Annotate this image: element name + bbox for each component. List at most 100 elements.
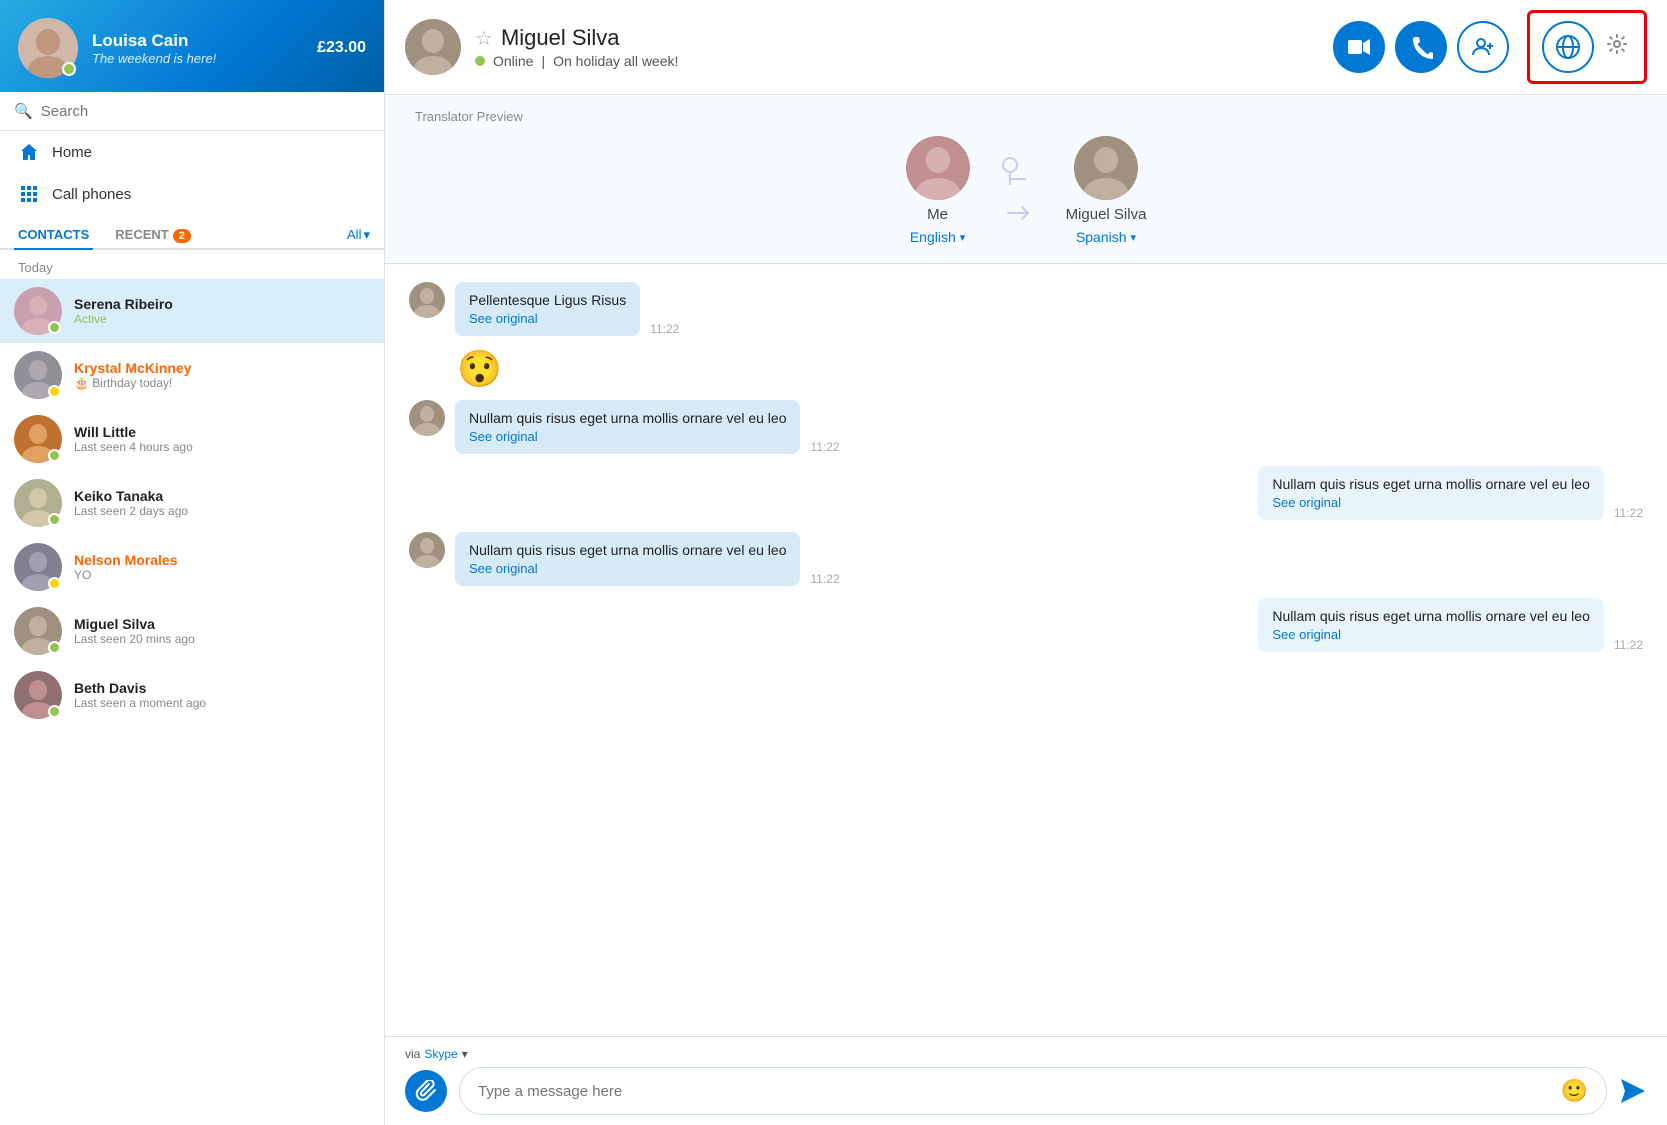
- will-status: Last seen 4 hours ago: [74, 440, 370, 454]
- contacts-tabs: CONTACTS RECENT2 All ▾: [0, 215, 384, 250]
- user-name: Louisa Cain: [92, 31, 303, 51]
- message-1: Pellentesque Ligus Risus See original 11…: [409, 282, 1643, 336]
- miguel-status-dot: [48, 641, 61, 654]
- msg-text-4: Nullam quis risus eget urna mollis ornar…: [1272, 476, 1589, 492]
- contact-item-miguel[interactable]: Miguel Silva Last seen 20 mins ago: [0, 599, 384, 663]
- translator-button[interactable]: [1542, 21, 1594, 73]
- top-bar: ☆ Miguel Silva Online | On holiday all w…: [385, 0, 1667, 95]
- contact-item-will[interactable]: Will Little Last seen 4 hours ago: [0, 407, 384, 471]
- beth-name: Beth Davis: [74, 680, 370, 696]
- message-input[interactable]: [478, 1083, 1561, 1100]
- contact-avatar-serena: [14, 287, 62, 335]
- message-input-box[interactable]: 🙂: [459, 1067, 1607, 1115]
- sidebar-item-home[interactable]: Home: [0, 131, 384, 173]
- contact-item-nelson[interactable]: Nelson Morales YO: [0, 535, 384, 599]
- recent-badge: 2: [173, 229, 191, 243]
- krystal-name: Krystal McKinney: [74, 360, 370, 376]
- beth-status-dot: [48, 705, 61, 718]
- msg-time-5: 11:22: [810, 572, 839, 586]
- msg-avatar-3: [409, 400, 445, 436]
- translator-divider: [1000, 155, 1036, 227]
- sidebar-item-call-phones[interactable]: Call phones: [0, 173, 384, 215]
- chat-contact-status: Online | On holiday all week!: [475, 53, 1319, 69]
- user-status: The weekend is here!: [92, 51, 303, 66]
- search-bar[interactable]: 🔍: [0, 92, 384, 131]
- contact-avatar-nelson: [14, 543, 62, 591]
- chat-contact-info: ☆ Miguel Silva Online | On holiday all w…: [475, 25, 1319, 69]
- msg-bubble-3: Nullam quis risus eget urna mollis ornar…: [455, 400, 800, 454]
- see-original-3[interactable]: See original: [469, 429, 786, 444]
- emoji-icon[interactable]: 🙂: [1561, 1078, 1588, 1104]
- add-contact-button[interactable]: [1457, 21, 1509, 73]
- user-balance: £23.00: [317, 39, 366, 57]
- sidebar: Louisa Cain The weekend is here! £23.00 …: [0, 0, 385, 1125]
- contact-info-nelson: Nelson Morales YO: [74, 552, 370, 582]
- will-name: Will Little: [74, 424, 370, 440]
- msg-bubble-5: Nullam quis risus eget urna mollis ornar…: [455, 532, 800, 586]
- see-original-6[interactable]: See original: [1272, 627, 1589, 642]
- contact-item-beth[interactable]: Beth Davis Last seen a moment ago: [0, 663, 384, 727]
- call-phones-label: Call phones: [52, 186, 131, 203]
- contact-item-keiko[interactable]: Keiko Tanaka Last seen 2 days ago: [0, 471, 384, 535]
- skype-link: Skype: [424, 1047, 457, 1061]
- tab-contacts[interactable]: CONTACTS: [14, 221, 93, 250]
- see-original-1[interactable]: See original: [469, 311, 626, 326]
- send-button[interactable]: [1619, 1077, 1647, 1105]
- video-call-button[interactable]: [1333, 21, 1385, 73]
- home-icon: [18, 141, 40, 163]
- msg-content-4: Nullam quis risus eget urna mollis ornar…: [1258, 466, 1603, 520]
- attach-button[interactable]: [405, 1070, 447, 1112]
- input-row: 🙂: [405, 1067, 1647, 1115]
- tab-all[interactable]: All ▾: [347, 227, 370, 243]
- them-language: Spanish: [1076, 229, 1127, 245]
- user-status-dot: [62, 62, 76, 76]
- msg-content-1: Pellentesque Ligus Risus See original: [455, 282, 640, 336]
- tab-recent[interactable]: RECENT2: [111, 221, 195, 250]
- translator-them-avatar: [1074, 136, 1138, 200]
- chat-contact-avatar: [405, 19, 461, 75]
- message-6: 11:22 Nullam quis risus eget urna mollis…: [409, 598, 1643, 652]
- msg-time-1: 11:22: [650, 322, 679, 336]
- nelson-status-dot: [48, 577, 61, 590]
- chat-contact-name: ☆ Miguel Silva: [475, 25, 1319, 51]
- msg-bubble-6: Nullam quis risus eget urna mollis ornar…: [1258, 598, 1603, 652]
- online-indicator: [475, 56, 485, 66]
- msg-text-5: Nullam quis risus eget urna mollis ornar…: [469, 542, 786, 558]
- settings-button[interactable]: [1602, 29, 1632, 65]
- contact-info-serena: Serena Ribeiro Active: [74, 296, 370, 326]
- see-original-4[interactable]: See original: [1272, 495, 1589, 510]
- voice-call-button[interactable]: [1395, 21, 1447, 73]
- me-language-select[interactable]: English ▾: [910, 229, 965, 245]
- them-language-select[interactable]: Spanish ▾: [1076, 229, 1136, 245]
- star-icon[interactable]: ☆: [475, 26, 493, 51]
- contact-info-keiko: Keiko Tanaka Last seen 2 days ago: [74, 488, 370, 518]
- translator-preview: Translator Preview Me English ▾: [385, 95, 1667, 264]
- me-language: English: [910, 229, 956, 245]
- search-input[interactable]: [41, 103, 370, 120]
- message-5: Nullam quis risus eget urna mollis ornar…: [409, 532, 1643, 586]
- contacts-section-label: Today: [0, 250, 384, 279]
- contact-avatar-miguel: [14, 607, 62, 655]
- contact-avatar-beth: [14, 671, 62, 719]
- see-original-5[interactable]: See original: [469, 561, 786, 576]
- user-avatar-wrapper: [18, 18, 78, 78]
- top-actions: [1333, 10, 1647, 84]
- translator-me: Me English ▾: [906, 136, 970, 245]
- msg-content-3: Nullam quis risus eget urna mollis ornar…: [455, 400, 800, 454]
- main-content: ☆ Miguel Silva Online | On holiday all w…: [385, 0, 1667, 1125]
- translator-row: Me English ▾ Mi: [415, 136, 1637, 245]
- messages-area[interactable]: Pellentesque Ligus Risus See original 11…: [385, 264, 1667, 1036]
- input-area: via Skype ▾ 🙂: [385, 1036, 1667, 1125]
- call-phones-icon: [18, 183, 40, 205]
- me-lang-chevron-icon: ▾: [960, 231, 966, 244]
- contact-item-serena[interactable]: Serena Ribeiro Active: [0, 279, 384, 343]
- translator-me-avatar: [906, 136, 970, 200]
- contact-avatar-keiko: [14, 479, 62, 527]
- contact-item-krystal[interactable]: Krystal McKinney 🎂 Birthday today!: [0, 343, 384, 407]
- keiko-status: Last seen 2 days ago: [74, 504, 370, 518]
- via-skype-label[interactable]: via Skype ▾: [405, 1047, 1647, 1061]
- translator-preview-label: Translator Preview: [415, 109, 1637, 124]
- nelson-name: Nelson Morales: [74, 552, 370, 568]
- header-info: Louisa Cain The weekend is here!: [92, 31, 303, 66]
- message-3: Nullam quis risus eget urna mollis ornar…: [409, 400, 1643, 454]
